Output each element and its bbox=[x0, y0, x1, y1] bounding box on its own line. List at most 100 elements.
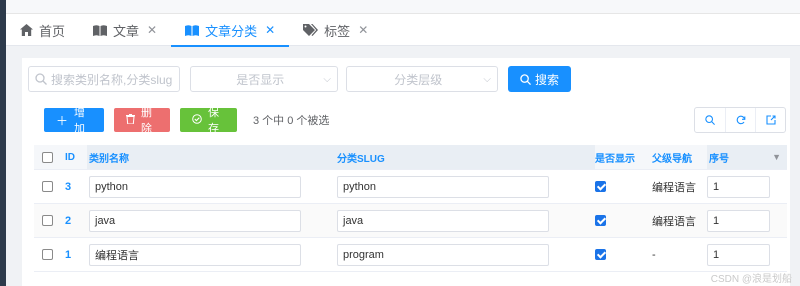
parent-value: 编程语言 bbox=[652, 215, 696, 228]
name-input[interactable]: 编程语言 bbox=[89, 243, 301, 266]
header-seq[interactable]: 序号 ▼ bbox=[707, 145, 787, 169]
search-icon bbox=[520, 73, 531, 85]
show-cell bbox=[595, 170, 641, 203]
tab-label: 文章分类 bbox=[205, 23, 258, 39]
row-checkbox-cell bbox=[34, 238, 57, 271]
export-icon bbox=[765, 115, 776, 125]
slug-input[interactable]: python bbox=[337, 175, 549, 198]
toolbar-right bbox=[694, 107, 786, 133]
save-button[interactable]: 保存 bbox=[180, 107, 237, 135]
seq-cell: 1 bbox=[707, 204, 787, 237]
show-select[interactable]: 是否显示 ⌵ bbox=[190, 66, 338, 92]
search-button-label: 搜索 bbox=[535, 72, 560, 87]
parent-cell: 编程语言 bbox=[641, 204, 707, 237]
close-icon[interactable]: ✕ bbox=[358, 23, 368, 37]
tab-tags[interactable]: 标签 ✕ bbox=[289, 14, 382, 46]
row-checkbox-cell bbox=[34, 204, 57, 237]
row-id-link[interactable]: 2 bbox=[65, 215, 71, 227]
row-id-link[interactable]: 1 bbox=[65, 249, 71, 261]
category-table: ID 类别名称 分类SLUG 是否显示 父级导航 序号 ▼ 3 python p… bbox=[34, 145, 787, 272]
header-id[interactable]: ID bbox=[57, 145, 87, 169]
seq-input[interactable]: 1 bbox=[707, 243, 770, 266]
chevron-down-icon: ⌵ bbox=[483, 73, 491, 85]
filter-bar: 搜索类别名称,分类slug 是否显示 ⌵ 分类层级 ⌵ 搜索 bbox=[28, 66, 572, 92]
header-name[interactable]: 类别名称 bbox=[87, 145, 335, 169]
tab-articles[interactable]: 文章 ✕ bbox=[79, 14, 171, 46]
header-show[interactable]: 是否显示 bbox=[595, 145, 641, 169]
parent-value: 编程语言 bbox=[652, 181, 696, 194]
export-button[interactable] bbox=[755, 108, 785, 132]
id-cell: 2 bbox=[57, 204, 87, 237]
sort-down-icon[interactable]: ▼ bbox=[772, 152, 781, 162]
show-checkbox[interactable] bbox=[595, 249, 606, 260]
row-checkbox[interactable] bbox=[42, 249, 53, 260]
search-input[interactable]: 搜索类别名称,分类slug bbox=[28, 66, 180, 92]
seq-input[interactable]: 1 bbox=[707, 175, 770, 198]
parent-cell: - bbox=[641, 238, 707, 271]
show-cell bbox=[595, 238, 641, 271]
level-select-placeholder: 分类层级 bbox=[394, 72, 443, 87]
check-circle-icon bbox=[192, 113, 202, 127]
show-select-placeholder: 是否显示 bbox=[236, 72, 285, 87]
row-id-link[interactable]: 3 bbox=[65, 181, 71, 193]
tab-label: 文章 bbox=[113, 23, 140, 39]
id-cell: 3 bbox=[57, 170, 87, 203]
content-card: 搜索类别名称,分类slug 是否显示 ⌵ 分类层级 ⌵ 搜索 ＋ 增加 删除 保… bbox=[22, 58, 790, 286]
delete-button[interactable]: 删除 bbox=[114, 107, 170, 135]
name-input[interactable]: python bbox=[89, 175, 301, 198]
book-icon bbox=[93, 24, 108, 36]
seq-cell: 1 bbox=[707, 238, 787, 271]
tag-icon bbox=[303, 24, 319, 36]
row-checkbox-cell bbox=[34, 170, 57, 203]
search-icon bbox=[705, 115, 715, 125]
search-button[interactable]: 搜索 bbox=[508, 66, 572, 92]
select-all-checkbox[interactable] bbox=[42, 151, 53, 163]
tab-label: 标签 bbox=[324, 23, 351, 39]
row-checkbox[interactable] bbox=[42, 181, 53, 192]
search-toggle-button[interactable] bbox=[695, 108, 725, 132]
refresh-icon bbox=[736, 115, 746, 125]
home-icon bbox=[20, 24, 33, 36]
plus-icon: ＋ bbox=[56, 113, 69, 128]
select-all-cell bbox=[34, 145, 57, 169]
tab-home[interactable]: 首页 bbox=[6, 14, 79, 46]
show-cell bbox=[595, 204, 641, 237]
id-cell: 1 bbox=[57, 238, 87, 271]
show-checkbox[interactable] bbox=[595, 181, 606, 192]
table-header: ID 类别名称 分类SLUG 是否显示 父级导航 序号 ▼ bbox=[34, 145, 787, 170]
parent-cell: 编程语言 bbox=[641, 170, 707, 203]
show-checkbox[interactable] bbox=[595, 215, 606, 226]
header-slug[interactable]: 分类SLUG bbox=[335, 145, 595, 169]
slug-cell: java bbox=[335, 204, 595, 237]
slug-input[interactable]: java bbox=[337, 209, 549, 232]
table-row: 1 编程语言 program - 1 bbox=[34, 238, 787, 272]
slug-input[interactable]: program bbox=[337, 243, 549, 266]
add-button[interactable]: ＋ 增加 bbox=[44, 107, 104, 135]
seq-cell: 1 bbox=[707, 170, 787, 203]
header-parent[interactable]: 父级导航 bbox=[641, 145, 707, 169]
tab-label: 首页 bbox=[39, 23, 66, 39]
level-select[interactable]: 分类层级 ⌵ bbox=[346, 66, 498, 92]
slug-cell: python bbox=[335, 170, 595, 203]
watermark: CSDN @浪是划船 bbox=[710, 274, 792, 285]
name-cell: 编程语言 bbox=[87, 238, 335, 271]
search-placeholder: 搜索类别名称,分类slug bbox=[51, 72, 173, 87]
add-button-label: 增加 bbox=[74, 107, 86, 135]
table-row: 3 python python 编程语言 1 bbox=[34, 170, 787, 204]
selection-info: 3 个中 0 个被选 bbox=[253, 115, 330, 127]
close-icon[interactable]: ✕ bbox=[147, 23, 157, 37]
action-bar: ＋ 增加 删除 保存 3 个中 0 个被选 bbox=[44, 107, 330, 135]
parent-value: - bbox=[652, 248, 656, 261]
tab-article-categories[interactable]: 文章分类 ✕ bbox=[171, 14, 290, 47]
delete-button-label: 删除 bbox=[141, 107, 152, 135]
seq-input[interactable]: 1 bbox=[707, 209, 770, 232]
row-checkbox[interactable] bbox=[42, 215, 53, 226]
book-open-icon bbox=[185, 24, 200, 36]
close-icon[interactable]: ✕ bbox=[265, 23, 275, 37]
refresh-button[interactable] bbox=[725, 108, 755, 132]
name-input[interactable]: java bbox=[89, 209, 301, 232]
name-cell: python bbox=[87, 170, 335, 203]
search-icon bbox=[35, 73, 47, 85]
tab-bar: 首页 文章 ✕ 文章分类 ✕ 标签 ✕ bbox=[6, 14, 800, 47]
table-row: 2 java java 编程语言 1 bbox=[34, 204, 787, 238]
